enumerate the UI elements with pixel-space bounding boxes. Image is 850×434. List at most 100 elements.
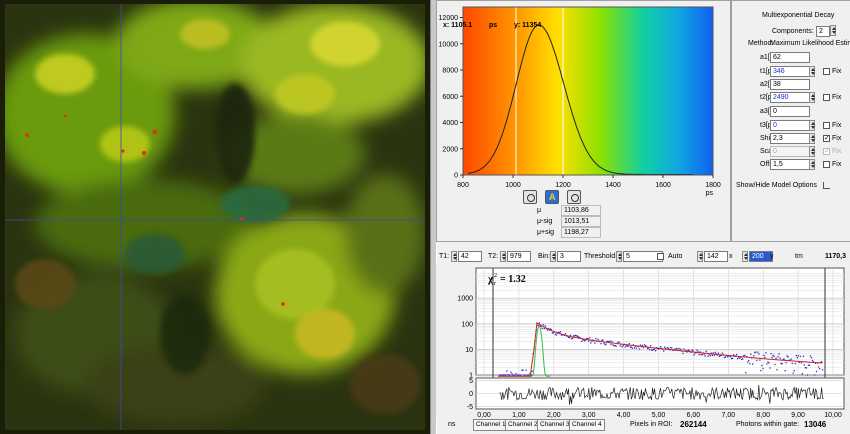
- photons-within-gate-value: 13046: [804, 420, 827, 429]
- param-spinner[interactable]: [809, 92, 815, 103]
- pixels-in-roi-value: 262144: [680, 420, 707, 429]
- components-input[interactable]: 2: [816, 26, 830, 37]
- channel-3-button[interactable]: Channel 3: [537, 419, 573, 431]
- data-point: [671, 347, 673, 349]
- data-point: [680, 348, 682, 350]
- data-point: [748, 359, 750, 362]
- decay-plot[interactable]: 1000100101 50-5 0,00 1,00 2,00 3,00 4,00 5,00…: [436, 264, 849, 419]
- data-point: [511, 373, 513, 375]
- chi-symbol: χ: [487, 273, 494, 285]
- y-tick-label: 12000: [439, 15, 459, 22]
- y-axis-ticks: 12000 10000 8000 6000 4000 2000 0: [439, 15, 463, 180]
- data-point: [809, 355, 812, 357]
- data-point: [717, 352, 720, 354]
- fix-label: Fix: [832, 68, 842, 75]
- zoom-out-button[interactable]: [523, 190, 537, 204]
- x-spinner[interactable]: [697, 251, 703, 262]
- fix-checkbox[interactable]: [823, 161, 830, 168]
- data-point: [779, 357, 781, 359]
- stat-label-mu-minus-sig: μ-sig: [537, 218, 553, 225]
- param-input[interactable]: 2490: [770, 92, 810, 103]
- data-point: [541, 327, 543, 330]
- x-readout-unit: ps: [489, 22, 497, 29]
- fix-checkbox[interactable]: ✓: [823, 135, 830, 142]
- param-input[interactable]: 1,5: [770, 159, 810, 170]
- method-select[interactable]: Maximum Likelihood Estimation: [770, 39, 850, 48]
- data-point: [524, 374, 526, 376]
- param-input[interactable]: 0: [770, 120, 810, 131]
- data-point: [721, 352, 724, 354]
- param-input[interactable]: 0: [770, 106, 810, 117]
- param-input[interactable]: 346: [770, 66, 810, 77]
- data-point: [628, 343, 630, 345]
- param-input[interactable]: 0: [770, 146, 810, 157]
- panel-title: Multiexponential Decay: [762, 12, 835, 19]
- param-input[interactable]: 62: [770, 52, 810, 63]
- fix-checkbox[interactable]: [823, 122, 830, 129]
- data-point: [731, 357, 734, 360]
- data-point: [520, 374, 522, 376]
- decay-y-ticks: 1000100101: [457, 296, 473, 380]
- data-point: [775, 357, 777, 359]
- data-point: [763, 354, 765, 356]
- data-point: [544, 325, 546, 327]
- fix-checkbox[interactable]: [823, 68, 830, 75]
- t1-input[interactable]: 42: [458, 251, 482, 262]
- flim-image[interactable]: [5, 4, 425, 430]
- param-spinner[interactable]: [809, 159, 815, 170]
- decay-x-tick-label: 7,00: [721, 412, 735, 418]
- data-point: [664, 346, 666, 348]
- data-point: [815, 370, 818, 373]
- data-point: [676, 347, 678, 350]
- show-hide-model-options-toggle[interactable]: [823, 182, 830, 189]
- data-point: [528, 374, 530, 376]
- x-tick-label: 1200: [555, 182, 571, 189]
- flim-image-pane[interactable]: [0, 0, 430, 434]
- data-point: [793, 369, 795, 372]
- fix-checkbox[interactable]: ✓: [823, 148, 830, 155]
- tm-label[interactable]: tm: [795, 252, 803, 261]
- stat-label-mu-plus-sig: μ+sig: [537, 229, 555, 236]
- fix-checkbox[interactable]: [823, 94, 830, 101]
- channel-2-button[interactable]: Channel 2: [505, 419, 541, 431]
- t2-input[interactable]: 979: [507, 251, 531, 262]
- param-input[interactable]: 2,3: [770, 133, 810, 144]
- data-point: [543, 327, 545, 330]
- data-point: [742, 358, 744, 360]
- y-tick-label: 10000: [439, 41, 459, 48]
- param-spinner[interactable]: [809, 146, 815, 157]
- components-spinner[interactable]: [830, 25, 836, 36]
- data-point: [785, 362, 787, 364]
- data-point: [693, 354, 695, 356]
- t2-spinner[interactable]: [500, 251, 506, 262]
- auto-scale-button[interactable]: A: [545, 190, 559, 204]
- param-spinner[interactable]: [809, 133, 815, 144]
- y-spinner[interactable]: [742, 251, 748, 262]
- t1-spinner[interactable]: [451, 251, 457, 262]
- data-point: [777, 356, 779, 358]
- data-point: [633, 347, 636, 349]
- param-input[interactable]: 38: [770, 79, 810, 90]
- auto-checkbox[interactable]: [657, 253, 664, 260]
- decay-x-tick-label: 9,00: [791, 412, 805, 418]
- x-input[interactable]: 142: [704, 251, 728, 262]
- data-point: [509, 374, 511, 376]
- data-point: [759, 359, 761, 361]
- data-point: [817, 366, 820, 368]
- channel-1-button[interactable]: Channel 1: [473, 419, 509, 431]
- data-point: [667, 346, 669, 349]
- channel-4-button[interactable]: Channel 4: [569, 419, 605, 431]
- data-point: [597, 338, 599, 341]
- data-point: [609, 340, 611, 342]
- data-point: [791, 362, 793, 364]
- param-spinner[interactable]: [809, 120, 815, 131]
- data-point: [555, 334, 558, 336]
- bin-spinner[interactable]: [550, 251, 556, 262]
- zoom-in-button[interactable]: [567, 190, 581, 204]
- decay-x-tick-label: 4,00: [617, 412, 631, 418]
- data-point: [771, 356, 773, 359]
- data-point: [510, 371, 512, 373]
- bin-input[interactable]: 3: [557, 251, 581, 262]
- threshold-spinner[interactable]: [616, 251, 622, 262]
- param-spinner[interactable]: [809, 66, 815, 77]
